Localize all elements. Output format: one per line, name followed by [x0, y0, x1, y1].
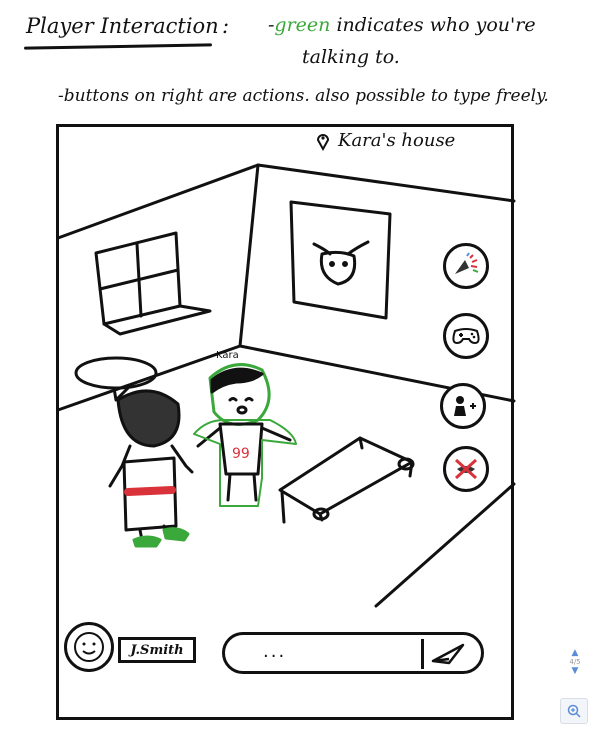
player-avatar[interactable]	[64, 622, 114, 672]
add-person-icon	[454, 396, 476, 416]
location-name: Kara's house	[338, 130, 456, 151]
gamepad-button[interactable]	[443, 313, 489, 359]
left-wall-top-edge	[56, 163, 516, 240]
player-shirt-stripe	[124, 486, 176, 496]
location-pin-icon	[316, 133, 330, 151]
talk-icon	[455, 252, 479, 274]
no-eating-button[interactable]	[443, 446, 489, 492]
window	[94, 231, 212, 336]
npc-character	[193, 363, 297, 507]
chat-placeholder: ...	[263, 641, 287, 662]
talk-button[interactable]	[443, 243, 489, 289]
floor-front-edge	[374, 482, 516, 608]
send-divider	[421, 639, 424, 669]
page-scroller[interactable]: ▲ 4/5 ▼	[568, 648, 582, 688]
npc-shirt-number: 99	[232, 446, 250, 462]
scroll-down-icon[interactable]: ▼	[572, 666, 579, 676]
chat-input[interactable]: ...	[222, 632, 484, 674]
player-name-tag: J.Smith	[118, 637, 196, 663]
npc-name-label: Kara	[216, 350, 239, 361]
smiley-face-icon	[74, 632, 104, 662]
scroll-up-icon[interactable]: ▲	[572, 648, 579, 658]
add-person-button[interactable]	[440, 383, 486, 429]
gamepad-icon	[452, 328, 480, 345]
poster	[289, 200, 392, 320]
player-character	[108, 389, 194, 548]
coffee-table	[278, 436, 415, 524]
zoom-icon	[567, 704, 581, 718]
send-icon[interactable]	[429, 641, 469, 667]
page-indicator: 4/5	[569, 658, 581, 666]
location-label: Kara's house	[316, 130, 455, 151]
no-eating-icon	[454, 458, 478, 480]
wall-corner	[238, 163, 260, 348]
zoom-button[interactable]	[560, 698, 588, 724]
